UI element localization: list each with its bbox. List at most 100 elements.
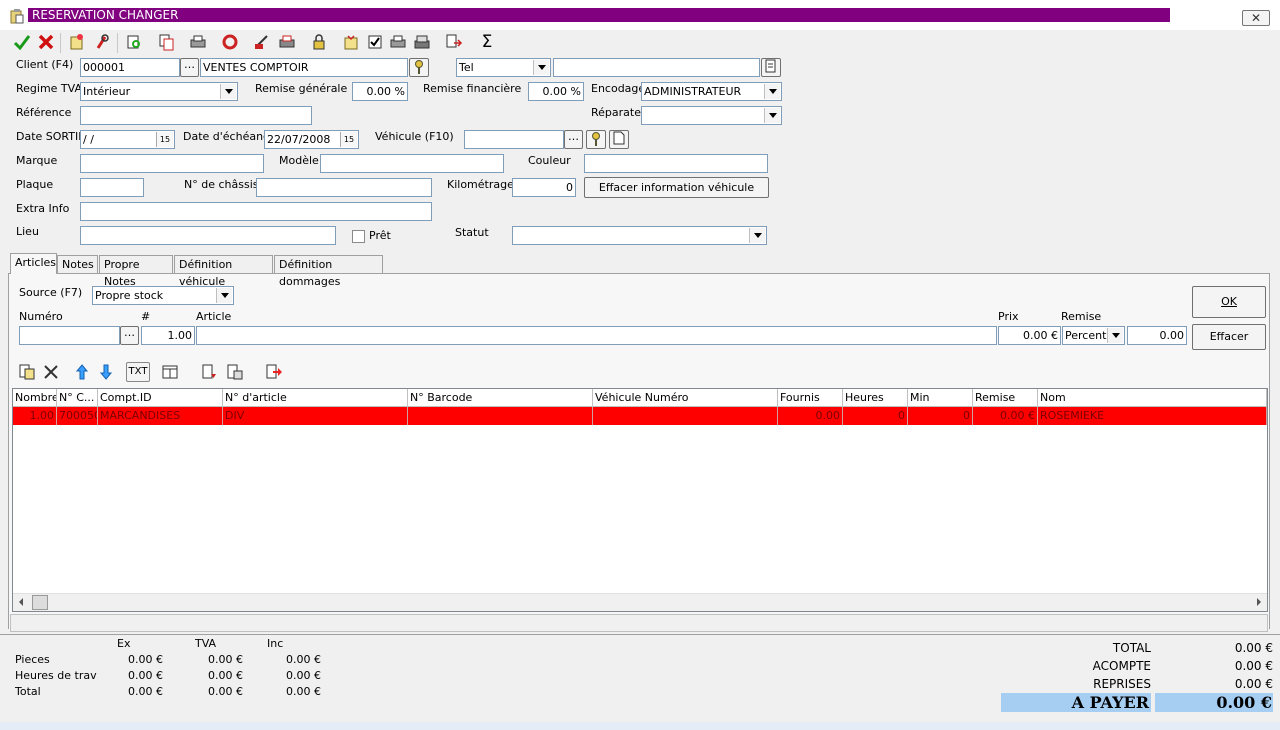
tab-notes[interactable]: Notes — [57, 255, 98, 273]
ok-button[interactable]: OK — [1192, 286, 1266, 318]
table-row[interactable]: 1.00 700050 MARCANDISES DIV 0.00 0 0 0.0… — [13, 407, 1267, 425]
calendar-icon[interactable]: 15 — [340, 132, 357, 147]
plaque-input[interactable] — [80, 178, 144, 197]
col-header[interactable]: Nombre — [13, 389, 57, 407]
couleur-input[interactable] — [584, 154, 768, 173]
reparateur-select[interactable] — [641, 106, 782, 125]
col-header[interactable]: Véhicule Numéro — [593, 389, 778, 407]
kilometrage-input[interactable]: 0 — [512, 178, 576, 197]
client-lookup-button[interactable]: … — [180, 58, 199, 77]
vehicule-new-doc-icon[interactable] — [609, 130, 629, 149]
scroll-right-icon[interactable] — [1257, 598, 1261, 606]
cancel-icon[interactable] — [35, 31, 57, 53]
col-header[interactable]: Nom — [1038, 389, 1267, 407]
close-button[interactable]: ✕ — [1242, 10, 1270, 26]
col-header[interactable]: N° Barcode — [408, 389, 593, 407]
modele-input[interactable] — [320, 154, 504, 173]
vehicule-key-icon[interactable] — [586, 130, 606, 149]
new-doc-icon[interactable] — [66, 31, 88, 53]
remise-generale-label: Remise générale — [255, 82, 348, 95]
date-echeance-input[interactable]: 22/07/2008 15 — [264, 130, 359, 149]
col-header[interactable]: Remise — [973, 389, 1038, 407]
numero-label: Numéro — [19, 310, 63, 323]
marque-input[interactable] — [80, 154, 264, 173]
col-header[interactable]: Fournis — [778, 389, 843, 407]
sum-icon[interactable]: Σ — [476, 31, 498, 53]
qty-input[interactable]: 1.00 — [141, 326, 195, 345]
lock-icon[interactable] — [308, 31, 330, 53]
reference-input[interactable] — [80, 106, 312, 125]
effacer-vehicule-button[interactable]: Effacer information véhicule — [584, 177, 769, 198]
vehicule-input[interactable] — [464, 130, 564, 149]
tab-articles[interactable]: Articles — [10, 253, 57, 274]
validate-icon[interactable] — [11, 31, 33, 53]
extra-info-label: Extra Info — [16, 202, 70, 215]
title-bar: RESERVATION CHANGER ✕ — [0, 0, 1280, 30]
date-sortie-input[interactable]: / /15 — [80, 130, 175, 149]
refresh-icon[interactable] — [219, 31, 241, 53]
vehicule-lookup-button[interactable]: … — [564, 130, 583, 149]
calendar-icon[interactable]: 15 — [156, 132, 173, 147]
phone-doc-icon[interactable] — [761, 58, 781, 77]
lieu-input[interactable] — [80, 226, 336, 245]
col-header[interactable]: Min — [908, 389, 973, 407]
grid-delete-icon[interactable] — [40, 361, 62, 383]
pret-label: Prêt — [369, 229, 391, 242]
client-name-input[interactable]: VENTES COMPTOIR — [200, 58, 408, 77]
transfer-icon[interactable] — [263, 361, 285, 383]
tab-definition-dommages[interactable]: Définition dommages — [274, 255, 383, 288]
remise-value-input[interactable]: 0.00 — [1127, 326, 1187, 345]
col-header[interactable]: N° d'article — [223, 389, 408, 407]
phone-input[interactable] — [553, 58, 760, 77]
qty-label: # — [141, 310, 151, 323]
remise-financiere-input[interactable]: 0.00 % — [528, 82, 584, 101]
extra-info-input[interactable] — [80, 202, 432, 221]
client-code-input[interactable]: 000001 — [80, 58, 180, 77]
tab-definition-vehicule[interactable]: Définition véhicule — [174, 255, 273, 288]
phone-type-select[interactable]: Tel — [456, 58, 551, 77]
chassis-input[interactable] — [256, 178, 432, 197]
statut-select[interactable] — [512, 226, 767, 245]
tab-propre-notes[interactable]: Propre Notes — [99, 255, 173, 288]
effacer-button[interactable]: Effacer — [1192, 324, 1266, 350]
tools-icon[interactable] — [91, 31, 113, 53]
summary-header-tva: TVA — [195, 637, 217, 650]
convert-doc-icon[interactable] — [443, 31, 465, 53]
articles-grid[interactable]: Nombre N° C... Compt.ID N° d'article N° … — [12, 388, 1268, 612]
vehicle-tool-icon[interactable] — [251, 31, 273, 53]
checklist-icon[interactable] — [364, 31, 386, 53]
move-up-icon[interactable] — [71, 361, 93, 383]
note-icon[interactable] — [340, 31, 362, 53]
remise-generale-input[interactable]: 0.00 % — [352, 82, 408, 101]
total-label: TOTAL — [1112, 641, 1151, 655]
print-label-icon[interactable] — [276, 31, 298, 53]
export-doc-alt-icon[interactable] — [224, 361, 246, 383]
export-doc-icon[interactable] — [199, 361, 221, 383]
article-input[interactable] — [196, 326, 997, 345]
txt-button[interactable]: TXT — [126, 362, 150, 382]
horizontal-scrollbar[interactable] — [13, 593, 1267, 611]
numero-lookup-button[interactable]: … — [120, 326, 139, 345]
print-alt-icon[interactable] — [387, 31, 409, 53]
encodage-select[interactable]: ADMINISTRATEUR — [641, 82, 782, 101]
col-header[interactable]: N° C... — [57, 389, 98, 407]
scroll-left-icon[interactable] — [19, 598, 23, 606]
grid-copy-icon[interactable] — [16, 361, 38, 383]
columns-icon[interactable] — [159, 361, 181, 383]
search-doc-icon[interactable] — [123, 31, 145, 53]
scroll-thumb[interactable] — [32, 595, 48, 610]
print-icon[interactable] — [187, 31, 209, 53]
prix-input[interactable]: 0.00 € — [998, 326, 1061, 345]
chassis-label: N° de châssis — [184, 178, 259, 191]
regime-select[interactable]: Intérieur — [80, 82, 238, 101]
copy-doc-icon[interactable] — [155, 31, 177, 53]
move-down-icon[interactable] — [95, 361, 117, 383]
numero-input[interactable] — [19, 326, 120, 345]
col-header[interactable]: Heures — [843, 389, 908, 407]
source-select[interactable]: Propre stock — [92, 286, 234, 305]
remise-type-select[interactable]: Percent — [1062, 326, 1125, 345]
print-stack-icon[interactable] — [411, 31, 433, 53]
col-header[interactable]: Compt.ID — [98, 389, 223, 407]
client-info-key-icon[interactable] — [409, 58, 429, 77]
pret-checkbox[interactable] — [352, 230, 365, 243]
